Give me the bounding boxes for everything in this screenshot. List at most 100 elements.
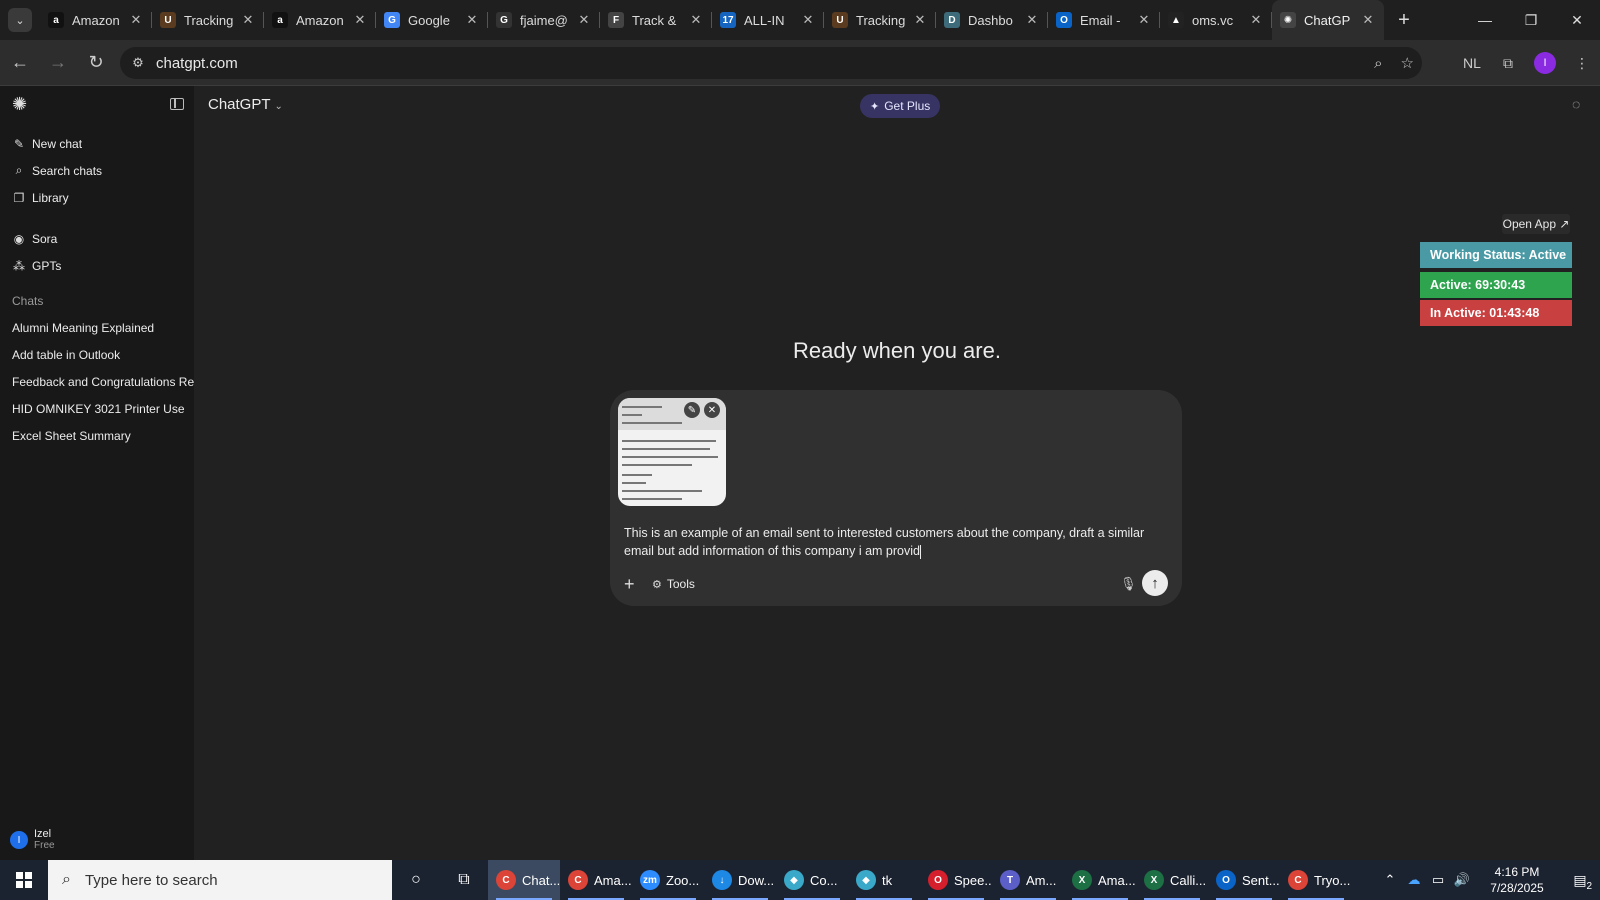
close-tab-icon[interactable]: ✕: [240, 12, 256, 28]
taskbar-app[interactable]: zm Zoo...: [632, 860, 704, 900]
browser-tab[interactable]: D Dashbo ✕: [936, 0, 1048, 40]
address-bar[interactable]: ⚙ chatgpt.com ⌕ ☆: [120, 47, 1422, 79]
close-tab-icon[interactable]: ✕: [800, 12, 816, 28]
taskbar-app[interactable]: ↓ Dow...: [704, 860, 776, 900]
add-attachment-icon[interactable]: +: [624, 574, 635, 595]
chat-history-item[interactable]: Feedback and Congratulations Res...: [0, 368, 194, 395]
sidebar-item-new-chat[interactable]: ✎ New chat: [0, 130, 194, 157]
download-icon: ↓: [712, 870, 732, 890]
browser-tab[interactable]: F Track & ✕: [600, 0, 712, 40]
attached-image-thumbnail[interactable]: ✎ ✕: [618, 398, 726, 506]
tools-label: Tools: [666, 577, 695, 591]
notification-center-icon[interactable]: ▤ 2: [1560, 860, 1600, 900]
close-tab-icon[interactable]: ✕: [1136, 12, 1152, 28]
model-selector[interactable]: ChatGPT ⌄: [208, 96, 283, 113]
cortana-icon[interactable]: ○: [392, 860, 440, 900]
restore-icon[interactable]: ❐: [1508, 0, 1554, 40]
close-tab-icon[interactable]: ✕: [352, 12, 368, 28]
extension-nl-icon[interactable]: NL: [1454, 45, 1490, 81]
forward-icon[interactable]: →: [40, 45, 76, 81]
thumbnail-line: [622, 448, 710, 450]
taskbar-app[interactable]: T Am...: [992, 860, 1064, 900]
taskbar-app[interactable]: X Ama...: [1064, 860, 1136, 900]
close-tab-icon[interactable]: ✕: [576, 12, 592, 28]
volume-icon[interactable]: 🔊: [1450, 872, 1474, 888]
start-button[interactable]: [0, 860, 48, 900]
user-account[interactable]: I Izel Free: [10, 828, 55, 852]
browser-tab[interactable]: U Tracking ✕: [152, 0, 264, 40]
sparkle-icon: ✦: [870, 100, 880, 113]
clock[interactable]: 4:16 PM 7/28/2025: [1474, 864, 1560, 896]
sidebar-item-sora[interactable]: ◉ Sora: [0, 225, 194, 252]
sidebar-item-library[interactable]: ❐ Library: [0, 184, 194, 211]
prompt-text: This is an example of an email sent to i…: [624, 526, 1145, 558]
amazon-icon: a: [272, 12, 288, 28]
browser-tab[interactable]: G Google ✕: [376, 0, 488, 40]
onedrive-icon[interactable]: ☁: [1402, 872, 1426, 888]
show-hidden-icons-icon[interactable]: ⌃: [1378, 872, 1402, 888]
close-tab-icon[interactable]: ✕: [1360, 12, 1376, 28]
temporary-chat-icon[interactable]: ◌: [1572, 96, 1590, 114]
ups-icon: U: [160, 12, 176, 28]
new-tab-button[interactable]: +: [1390, 6, 1418, 34]
profile-avatar[interactable]: I: [1534, 52, 1556, 74]
remove-image-icon[interactable]: ✕: [704, 402, 720, 418]
prompt-input[interactable]: This is an example of an email sent to i…: [624, 524, 1164, 560]
close-tab-icon[interactable]: ✕: [464, 12, 480, 28]
browser-tab[interactable]: a Amazon ✕: [40, 0, 152, 40]
edit-image-icon[interactable]: ✎: [684, 402, 700, 418]
taskbar-app[interactable]: ◆ Co...: [776, 860, 848, 900]
excel-icon: X: [1144, 870, 1164, 890]
task-view-icon[interactable]: ⧉: [440, 860, 488, 900]
browser-tab[interactable]: ▲ oms.vc ✕: [1160, 0, 1272, 40]
chatgpt-logo-icon[interactable]: ✺: [12, 94, 27, 115]
close-tab-icon[interactable]: ✕: [912, 12, 928, 28]
taskbar-app[interactable]: C Tryo...: [1280, 860, 1352, 900]
extensions-puzzle-icon[interactable]: ⧉: [1490, 45, 1526, 81]
close-window-icon[interactable]: ✕: [1554, 0, 1600, 40]
user-name: Izel: [34, 828, 52, 840]
network-icon[interactable]: ▭: [1426, 872, 1450, 888]
send-button[interactable]: ↑: [1142, 570, 1168, 596]
bookmark-star-icon[interactable]: ☆: [1401, 54, 1414, 72]
close-tab-icon[interactable]: ✕: [128, 12, 144, 28]
close-tab-icon[interactable]: ✕: [688, 12, 704, 28]
chat-history-item[interactable]: HID OMNIKEY 3021 Printer Use: [0, 395, 194, 422]
minimize-icon[interactable]: —: [1462, 0, 1508, 40]
browser-menu-icon[interactable]: ⋮: [1564, 45, 1600, 81]
taskbar-app[interactable]: O Spee...: [920, 860, 992, 900]
sidebar-item-gpts[interactable]: ⁂ GPTs: [0, 252, 194, 279]
tab-search-menu-icon[interactable]: ⌄: [8, 8, 32, 32]
taskbar-app[interactable]: X Calli...: [1136, 860, 1208, 900]
browser-tab[interactable]: U Tracking ✕: [824, 0, 936, 40]
browser-tab[interactable]: a Amazon ✕: [264, 0, 376, 40]
close-tab-icon[interactable]: ✕: [1024, 12, 1040, 28]
app-icon: ◆: [784, 870, 804, 890]
reload-icon[interactable]: ↻: [78, 45, 114, 81]
sidebar-item-search-chats[interactable]: ⌕ Search chats: [0, 157, 194, 184]
zoom-icon[interactable]: ⌕: [1374, 55, 1382, 72]
back-icon[interactable]: ←: [2, 45, 38, 81]
taskbar-app[interactable]: C Ama...: [560, 860, 632, 900]
sidebar-toggle-icon[interactable]: [170, 98, 184, 110]
tab-title: fjaime@: [520, 12, 568, 28]
microphone-icon[interactable]: 🎙: [1120, 576, 1137, 592]
taskbar-app[interactable]: C Chat...: [488, 860, 560, 900]
taskbar-search-box[interactable]: ⌕ Type here to search: [48, 860, 392, 900]
browser-tab[interactable]: Gfjaime@ ✕: [488, 0, 600, 40]
taskbar-app-label: Am...: [1026, 872, 1057, 888]
tools-button[interactable]: ⚙ Tools: [652, 577, 695, 591]
chevron-down-icon: ⌄: [274, 101, 283, 112]
close-tab-icon[interactable]: ✕: [1248, 12, 1264, 28]
chat-history-item[interactable]: Excel Sheet Summary: [0, 422, 194, 449]
open-app-button[interactable]: Open App ↗: [1502, 214, 1570, 234]
taskbar-app[interactable]: O Sent...: [1208, 860, 1280, 900]
browser-tab[interactable]: ✺ ChatGP ✕: [1272, 0, 1384, 40]
browser-tab[interactable]: 17 ALL-IN ✕: [712, 0, 824, 40]
chat-history-item[interactable]: Alumni Meaning Explained: [0, 314, 194, 341]
get-plus-button[interactable]: ✦ Get Plus: [860, 94, 941, 118]
browser-tab[interactable]: O Email - ✕: [1048, 0, 1160, 40]
chat-history-item[interactable]: Add table in Outlook: [0, 341, 194, 368]
site-info-icon[interactable]: ⚙: [126, 55, 150, 71]
taskbar-app[interactable]: ◆ tk: [848, 860, 920, 900]
